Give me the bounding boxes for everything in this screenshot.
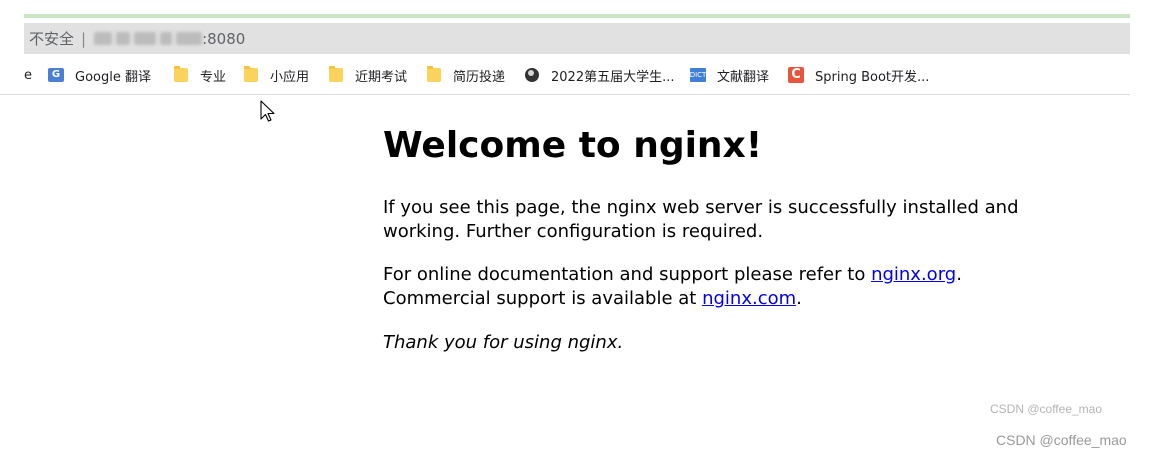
address-bar[interactable]: 不安全 | :8080 xyxy=(24,23,1130,54)
bookmark-label: Google 翻译 xyxy=(75,69,151,85)
bookmark-label: e xyxy=(24,67,32,83)
commercial-period: . xyxy=(796,288,802,309)
watermark-outer: CSDN @coffee_mao xyxy=(996,432,1127,448)
page-content: Welcome to nginx! If you see this page, … xyxy=(383,120,1023,353)
bookmark-folder-major[interactable]: 专业 xyxy=(173,56,226,94)
folder-icon xyxy=(426,66,442,83)
watermark-inner: CSDN @coffee_mao xyxy=(990,402,1103,416)
folder-icon xyxy=(243,66,259,83)
nginx-com-link[interactable]: nginx.com xyxy=(702,288,796,309)
intro-paragraph: If you see this page, the nginx web serv… xyxy=(383,197,1019,242)
bookmark-folder-exams[interactable]: 近期考试 xyxy=(328,56,407,94)
bookmark-partial[interactable]: e xyxy=(24,56,32,94)
support-text: For online documentation and support ple… xyxy=(383,264,872,285)
address-port: :8080 xyxy=(202,29,246,48)
mouse-pointer-icon xyxy=(260,100,275,122)
bookmark-google-translate[interactable]: G Google 翻译 xyxy=(48,56,151,94)
bookmark-label: 2022第五届大学生... xyxy=(551,69,675,85)
security-label[interactable]: 不安全 xyxy=(29,28,74,49)
bookmark-label: 简历投递 xyxy=(453,69,506,85)
nginx-org-link[interactable]: nginx.org xyxy=(871,264,956,285)
commercial-text: Commercial support is available at xyxy=(383,288,703,309)
bookmark-folder-resume[interactable]: 简历投递 xyxy=(426,56,505,94)
bookmark-spring-boot[interactable]: C Spring Boot开发... xyxy=(788,56,929,94)
bookmark-literature-translate[interactable]: DICT 文献翻译 xyxy=(689,56,770,94)
redacted-host xyxy=(94,32,203,45)
page-title: Welcome to nginx! xyxy=(383,125,763,166)
support-paragraph: For online documentation and support ple… xyxy=(383,263,962,311)
dictionary-icon: DICT xyxy=(689,67,707,83)
bookmark-label: Spring Boot开发... xyxy=(815,69,930,85)
bookmark-label: 文献翻译 xyxy=(717,69,770,85)
bookmark-label: 近期考试 xyxy=(355,69,408,85)
support-period: . xyxy=(956,264,962,285)
google-translate-icon: G xyxy=(48,67,64,83)
bookmarks-bar: e G Google 翻译 专业 小应用 近期考试 简历投递 2022第五届大学… xyxy=(0,56,1130,95)
bookmark-label: 小应用 xyxy=(270,69,310,85)
bookmark-label: 专业 xyxy=(200,69,227,85)
tab-strip-accent xyxy=(24,14,1130,18)
bookmark-competition[interactable]: 2022第五届大学生... xyxy=(524,56,674,94)
csdn-icon: C xyxy=(788,67,804,83)
address-separator: | xyxy=(81,29,87,48)
folder-icon xyxy=(173,66,189,83)
folder-icon xyxy=(328,66,344,83)
thanks-paragraph: Thank you for using nginx. xyxy=(383,332,624,353)
bookmark-folder-apps[interactable]: 小应用 xyxy=(243,56,309,94)
globe-icon xyxy=(524,67,540,83)
